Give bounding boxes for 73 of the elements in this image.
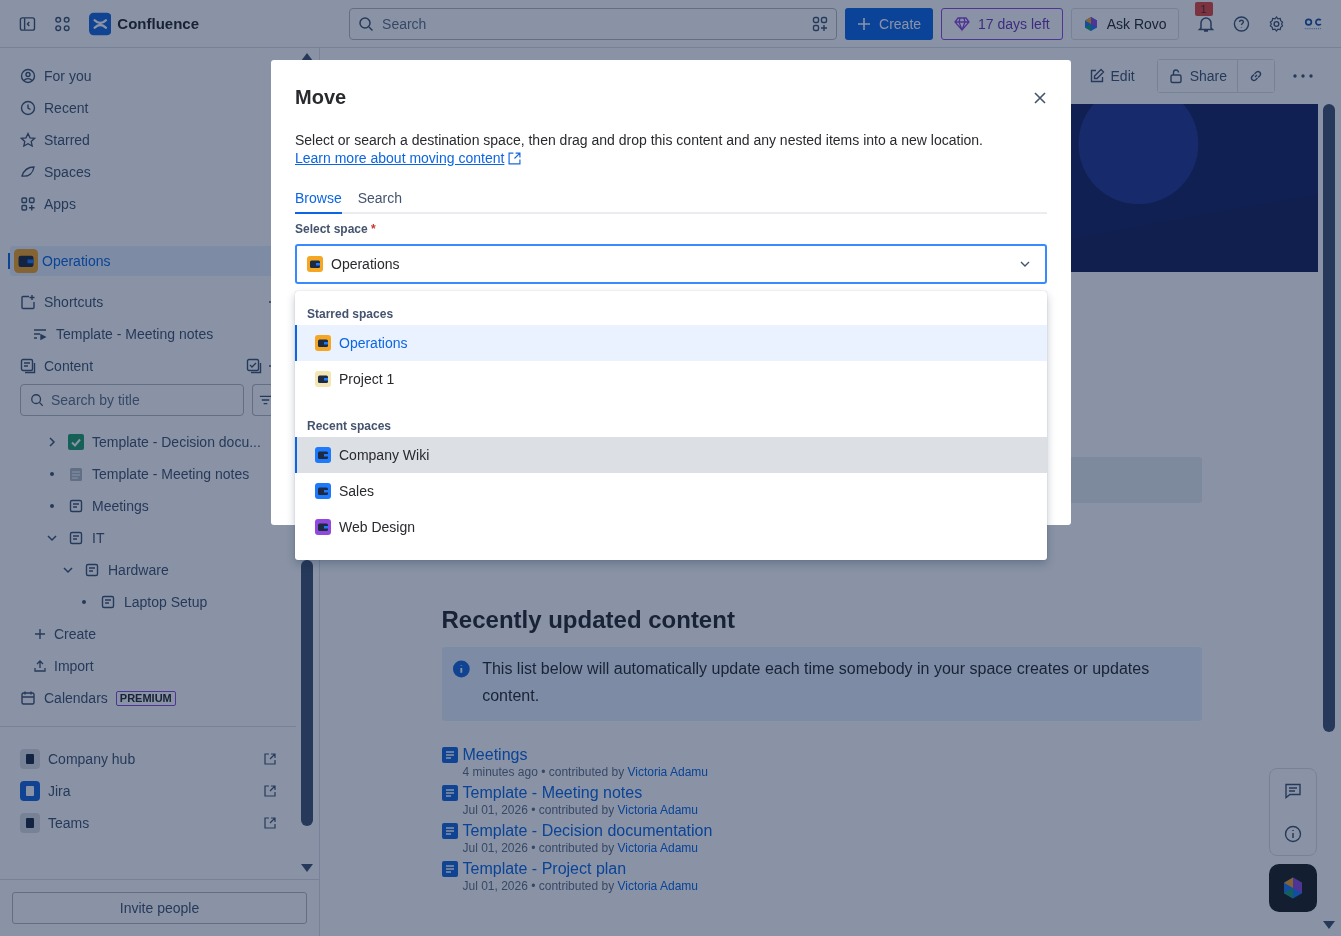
dialog-title: Move bbox=[295, 86, 347, 109]
sidebar-label: Jira bbox=[48, 783, 71, 799]
space-select[interactable]: Operations bbox=[295, 244, 1047, 284]
page-title: Laptop Setup bbox=[124, 594, 208, 610]
notification-count: 1 bbox=[1194, 1, 1213, 16]
shortcut-item[interactable]: Template - Meeting notes bbox=[12, 318, 292, 350]
sidebar-label: Shortcuts bbox=[44, 294, 104, 310]
page-title: Meetings bbox=[92, 498, 149, 514]
tree-item[interactable]: Template - Decision docu... bbox=[12, 426, 292, 458]
page-title: Template - Decision docu... bbox=[92, 434, 261, 450]
author-link[interactable]: Victoria Adamu bbox=[627, 765, 708, 779]
update-meta: Jul 01, 2026 • contributed by bbox=[462, 841, 615, 855]
create-button[interactable]: Create bbox=[845, 7, 934, 40]
search-field[interactable]: Search by title bbox=[20, 384, 244, 416]
product-name[interactable]: Confluence bbox=[117, 15, 200, 32]
invite-people-button[interactable]: Invite people bbox=[12, 892, 307, 924]
page-title: Template - Meeting notes bbox=[92, 466, 250, 482]
page-title: Hardware bbox=[108, 562, 169, 578]
page-link[interactable]: Template - Meeting notes bbox=[462, 784, 643, 802]
author-link[interactable]: Victoria Adamu bbox=[617, 803, 698, 817]
sidebar-label: Template - Meeting notes bbox=[56, 326, 214, 342]
info-text: This list below will automatically update each time somebody in your space creates or updates content. bbox=[482, 659, 1151, 706]
ask-rovo-button[interactable]: Ask Rovo bbox=[1070, 7, 1179, 40]
sidebar-label: Import bbox=[54, 658, 94, 674]
space-option[interactable]: Web Design bbox=[295, 509, 1047, 545]
space-option[interactable]: Company Wiki bbox=[295, 437, 1047, 473]
tab[interactable]: Browse bbox=[295, 186, 342, 214]
sidebar-label: Calendars bbox=[44, 690, 108, 706]
sidebar-label: Starred bbox=[44, 132, 90, 148]
space-option[interactable]: Project 1 bbox=[295, 361, 1047, 397]
page-title: IT bbox=[92, 530, 105, 546]
sidebar-label: Teams bbox=[48, 815, 90, 831]
app-item[interactable]: Company hub bbox=[12, 743, 292, 775]
section-heading: Recently updated content bbox=[441, 606, 736, 634]
page-link[interactable]: Meetings bbox=[462, 746, 528, 764]
premium-badge: PREMIUM bbox=[115, 690, 176, 706]
sidebar-label: Recent bbox=[44, 100, 89, 116]
sidebar-label: Content bbox=[44, 358, 94, 374]
dialog-description: Select or search a destination space, then drag and drop this content and any nested items into a new location. bbox=[295, 131, 984, 150]
update-meta: Jul 01, 2026 • contributed by bbox=[462, 879, 615, 893]
tree-item[interactable]: Template - Meeting notes bbox=[12, 458, 292, 490]
trial-button[interactable]: 17 days left bbox=[941, 7, 1063, 40]
sidebar-item[interactable]: Create bbox=[12, 618, 292, 650]
tree-item[interactable]: Hardware bbox=[12, 554, 292, 586]
author-link[interactable]: Victoria Adamu bbox=[617, 879, 698, 893]
tree-item[interactable]: IT bbox=[12, 522, 292, 554]
page-link[interactable]: Template - Project plan bbox=[462, 860, 627, 878]
author-link[interactable]: Victoria Adamu bbox=[617, 841, 698, 855]
sidebar-item[interactable]: Import bbox=[12, 650, 292, 682]
app-item[interactable]: Teams bbox=[12, 807, 292, 839]
space-option[interactable]: Operations bbox=[295, 325, 1047, 361]
sidebar-item[interactable]: For you bbox=[12, 60, 292, 92]
page-link[interactable]: Template - Decision documentation bbox=[462, 822, 713, 840]
learn-more-link[interactable]: Learn more about moving content bbox=[295, 150, 522, 166]
sidebar-item[interactable]: Calendars PREMIUM bbox=[12, 682, 292, 714]
group-heading: Starred spaces bbox=[306, 306, 395, 323]
group-heading: Recent spaces bbox=[306, 418, 393, 435]
sidebar-label: Spaces bbox=[44, 164, 91, 180]
tab[interactable]: Search bbox=[357, 186, 403, 214]
sidebar-label: Apps bbox=[44, 196, 76, 212]
tree-item[interactable]: Laptop Setup bbox=[12, 586, 292, 618]
search-field[interactable]: Search bbox=[349, 7, 838, 40]
sidebar-label: For you bbox=[44, 68, 92, 84]
sidebar-label: Company hub bbox=[48, 751, 136, 767]
space-option[interactable]: Sales bbox=[295, 473, 1047, 509]
tree-item[interactable]: Meetings bbox=[12, 490, 292, 522]
app-item[interactable]: Jira bbox=[12, 775, 292, 807]
sidebar-item[interactable]: Apps bbox=[12, 188, 292, 220]
field-label: Select space bbox=[295, 222, 368, 236]
update-meta: 4 minutes ago • contributed by bbox=[462, 765, 625, 779]
update-meta: Jul 01, 2026 • contributed by bbox=[462, 803, 615, 817]
sidebar-label: Create bbox=[54, 626, 97, 642]
required-mark: * bbox=[371, 222, 376, 236]
